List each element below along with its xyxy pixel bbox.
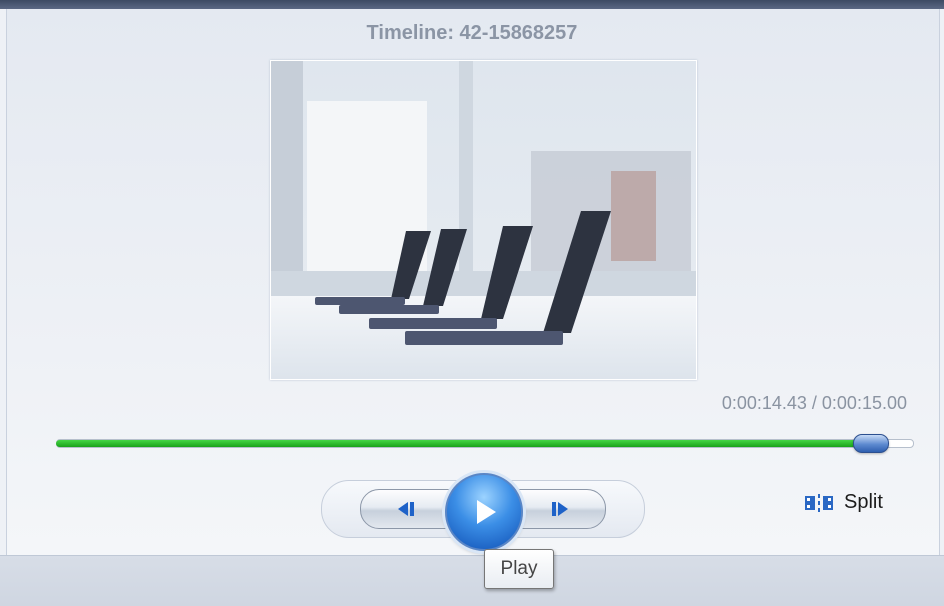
split-button[interactable]: Split xyxy=(804,491,883,514)
seek-bar-thumb[interactable] xyxy=(853,434,890,453)
time-display: 0:00:14.43 / 0:00:15.00 xyxy=(721,393,907,413)
preview-image xyxy=(271,61,696,379)
split-label: Split xyxy=(844,491,883,513)
play-tooltip: Play xyxy=(484,549,554,589)
seek-bar-progress xyxy=(56,440,863,447)
play-icon xyxy=(477,500,496,524)
video-preview[interactable] xyxy=(270,60,697,380)
split-icon xyxy=(805,493,833,512)
timeline-title: Timeline: 42-15868257 xyxy=(366,22,578,44)
bottom-toolbar xyxy=(0,555,944,606)
next-frame-button[interactable] xyxy=(512,489,606,529)
next-frame-icon xyxy=(552,502,568,516)
play-button[interactable] xyxy=(445,473,523,551)
window-top-border xyxy=(0,0,944,9)
previous-frame-button[interactable] xyxy=(360,489,454,529)
previous-frame-icon xyxy=(398,502,414,516)
